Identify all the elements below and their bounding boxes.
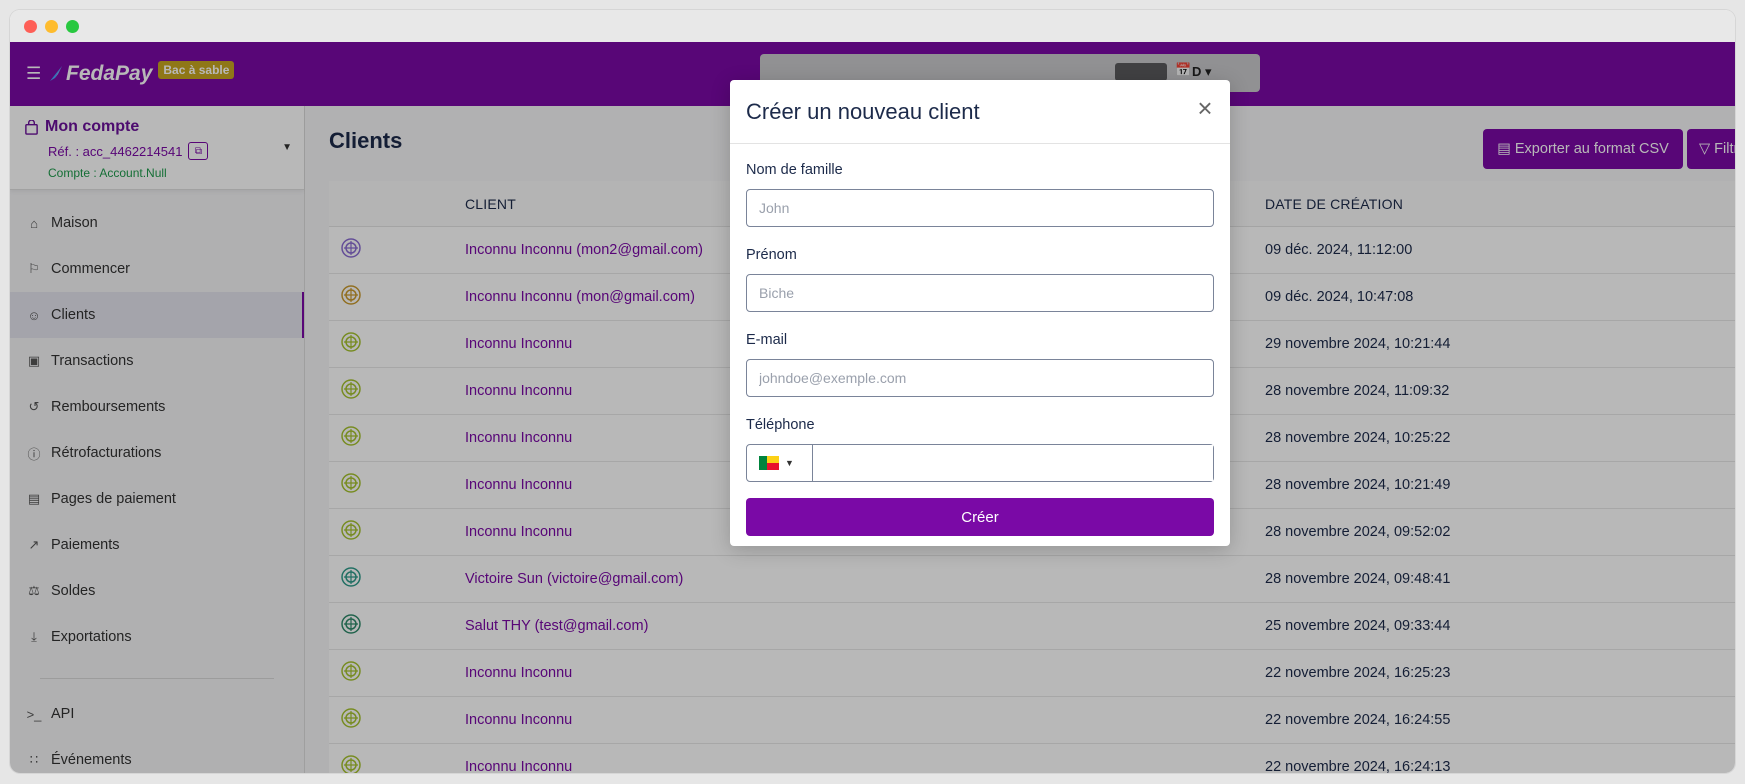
- email-field: E-mail: [746, 332, 1214, 397]
- modal-body: Nom de famille Prénom E-mail Téléphone: [730, 144, 1230, 554]
- last-name-input[interactable]: [746, 189, 1214, 227]
- maximize-window-button[interactable]: [66, 19, 79, 33]
- phone-label: Téléphone: [746, 417, 815, 433]
- first-name-field: Prénom: [746, 247, 1214, 312]
- email-input[interactable]: [746, 359, 1214, 397]
- phone-field: Téléphone ▼: [746, 417, 1214, 482]
- benin-flag-icon: [759, 456, 779, 470]
- first-name-label: Prénom: [746, 247, 797, 263]
- last-name-field: Nom de famille: [746, 162, 1214, 227]
- country-code-select[interactable]: ▼: [747, 445, 813, 481]
- email-label: E-mail: [746, 332, 788, 348]
- chevron-down-icon: ▼: [785, 458, 794, 468]
- close-icon[interactable]: ×: [1194, 95, 1216, 121]
- last-name-label: Nom de famille: [746, 162, 843, 178]
- minimize-window-button[interactable]: [45, 19, 58, 33]
- modal-title: Créer un nouveau client: [746, 99, 980, 124]
- title-bar: [10, 10, 1735, 42]
- close-window-button[interactable]: [24, 19, 37, 33]
- create-client-button[interactable]: Créer: [746, 498, 1214, 536]
- modal-header: Créer un nouveau client ×: [730, 80, 1230, 144]
- browser-window: ☰ FedaPay Bac à sable 📅 D ▾ Mon compte R…: [10, 10, 1735, 773]
- phone-input-group: ▼: [746, 444, 1214, 482]
- first-name-input[interactable]: [746, 274, 1214, 312]
- create-client-modal: Créer un nouveau client × Nom de famille…: [730, 80, 1230, 546]
- phone-input[interactable]: [813, 445, 1213, 481]
